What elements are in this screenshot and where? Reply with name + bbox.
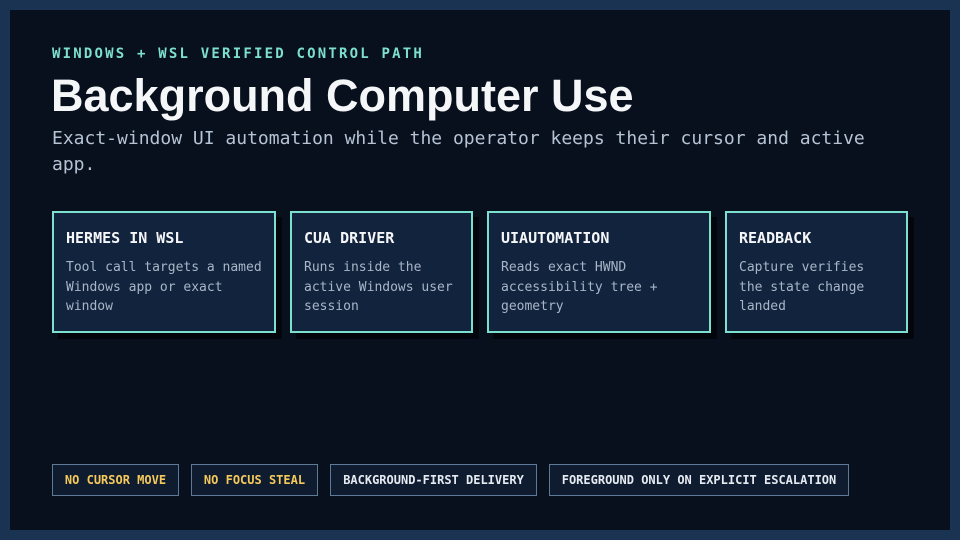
tag-foreground-escalation: FOREGROUND ONLY ON EXPLICIT ESCALATION — [549, 464, 849, 496]
card-description: Tool call targets a named Windows app or… — [66, 260, 262, 314]
card-cua-driver: CUA DRIVER Runs inside the active Window… — [290, 211, 473, 333]
card-title: HERMES IN WSL — [66, 229, 184, 247]
card-description: Capture verifies the state change landed — [739, 260, 865, 314]
tag-no-focus-steal: NO FOCUS STEAL — [191, 464, 318, 496]
page-subtitle: Exact-window UI automation while the ope… — [52, 128, 865, 175]
card-readback: READBACK Capture verifies the state chan… — [725, 211, 908, 333]
page-title: Background Computer Use — [51, 70, 634, 121]
tag-background-first-delivery: BACKGROUND-FIRST DELIVERY — [330, 464, 537, 496]
card-description: Runs inside the active Windows user sess… — [304, 260, 453, 314]
card-hermes-in-wsl: HERMES IN WSL Tool call targets a named … — [52, 211, 276, 333]
tag-no-cursor-move: NO CURSOR MOVE — [52, 464, 179, 496]
card-uiautomation: UIAUTOMATION Reads exact HWND accessibil… — [487, 211, 711, 333]
card-description: Reads exact HWND accessibility tree + ge… — [501, 260, 658, 314]
eyebrow-label: WINDOWS + WSL VERIFIED CONTROL PATH — [52, 46, 425, 62]
card-title: UIAUTOMATION — [501, 229, 610, 247]
card-title: CUA DRIVER — [304, 229, 395, 247]
card-title: READBACK — [739, 229, 812, 247]
slide-panel: WINDOWS + WSL VERIFIED CONTROL PATH Back… — [10, 10, 950, 530]
